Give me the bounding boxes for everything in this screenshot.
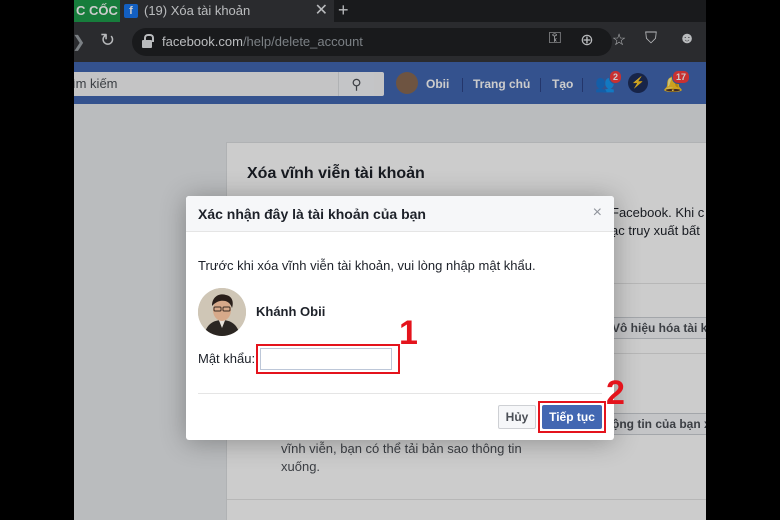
annotation-box-password [256, 344, 400, 374]
avatar-portrait-icon [198, 288, 246, 336]
dialog-title: Xác nhận đây là tài khoản của bạn [198, 206, 426, 222]
close-icon[interactable]: × [593, 204, 602, 222]
browser-window: C CỐC f (19) Xóa tài khoản ✕ + ❯ ↻ faceb… [74, 0, 706, 520]
annotation-step-1: 1 [399, 314, 418, 352]
annotation-box-continue [538, 401, 606, 433]
dialog-header: Xác nhận đây là tài khoản của bạn × [186, 196, 614, 232]
confirm-account-dialog: Xác nhận đây là tài khoản của bạn × Trướ… [186, 196, 625, 440]
account-name: Khánh Obii [256, 304, 326, 319]
annotation-step-2: 2 [606, 374, 625, 412]
dialog-instructions: Trước khi xóa vĩnh viễn tài khoản, vui l… [198, 258, 536, 273]
cancel-button[interactable]: Hủy [498, 405, 536, 429]
password-label: Mật khẩu: [198, 351, 256, 366]
avatar [198, 288, 246, 336]
dialog-divider [198, 393, 602, 394]
